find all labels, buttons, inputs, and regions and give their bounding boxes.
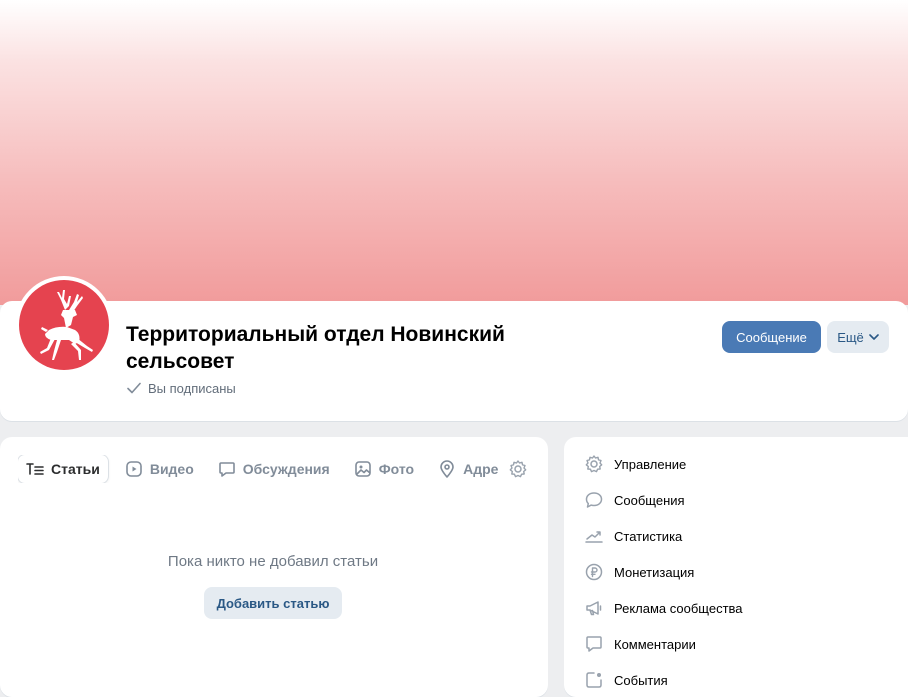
menu-item-statistics[interactable]: Статистика	[584, 524, 682, 548]
chart-trend-icon	[585, 531, 603, 543]
menu-item-management[interactable]: Управление	[584, 452, 686, 476]
gear-icon[interactable]	[508, 459, 528, 479]
subscription-status[interactable]: Вы подписаны	[126, 380, 236, 396]
admin-menu: Управление Сообщения Статистика Монетиза…	[564, 437, 908, 697]
menu-item-label: Монетизация	[614, 564, 695, 580]
avatar[interactable]	[15, 276, 113, 374]
comment-icon	[586, 636, 602, 652]
tab-video[interactable]: Видео	[118, 455, 201, 483]
community-title: Территориальный отдел Новинский сельсове…	[126, 323, 505, 373]
send-message-button[interactable]: Сообщение	[722, 321, 821, 353]
cover-image	[0, 0, 908, 305]
menu-item-comments[interactable]: Комментарии	[584, 632, 696, 656]
location-icon	[440, 460, 454, 478]
menu-item-messages[interactable]: Сообщения	[584, 488, 685, 512]
subscription-label: Вы подписаны	[148, 380, 236, 396]
more-label: Ещё	[837, 329, 864, 345]
menu-item-label: Управление	[614, 456, 687, 472]
megaphone-icon	[586, 601, 602, 616]
menu-item-label: Реклама сообщества	[614, 600, 743, 616]
menu-item-label: События	[614, 672, 668, 688]
articles-icon	[26, 463, 44, 475]
menu-item-ads[interactable]: Реклама сообщества	[584, 596, 743, 620]
menu-item-monetization[interactable]: Монетизация	[584, 560, 694, 584]
checkmark-icon	[127, 382, 141, 394]
deer-logo	[19, 280, 109, 370]
photo-icon	[354, 461, 371, 477]
tab-photo[interactable]: Фото	[347, 455, 421, 483]
event-icon	[586, 672, 602, 688]
content-card: Статьи Видео Обсуждения Фото Адре Пока н…	[0, 437, 548, 697]
message-bubble-icon	[585, 492, 603, 508]
add-article-button[interactable]: Добавить статью	[204, 587, 342, 619]
chevron-down-icon	[868, 334, 879, 340]
tab-label: Видео	[149, 461, 194, 477]
tab-label: Адрес	[463, 461, 498, 477]
menu-item-label: Комментарии	[614, 636, 696, 652]
video-icon	[126, 461, 142, 477]
empty-state-text: Пока никто не добавил статьи	[167, 553, 379, 570]
discussions-icon	[218, 462, 235, 477]
gear-icon	[585, 455, 603, 473]
more-button[interactable]: Ещё	[827, 321, 889, 353]
menu-item-label: Сообщения	[614, 492, 685, 508]
menu-item-events[interactable]: События	[584, 668, 668, 692]
ruble-icon	[585, 563, 603, 581]
tab-articles[interactable]: Статьи	[18, 455, 108, 483]
tab-discussions[interactable]: Обсуждения	[211, 455, 337, 483]
tab-address[interactable]: Адрес	[431, 455, 498, 483]
content-tabs: Статьи Видео Обсуждения Фото Адре	[18, 455, 498, 483]
tab-label: Обсуждения	[242, 461, 330, 477]
menu-item-label: Статистика	[614, 528, 683, 544]
tab-label: Фото	[378, 461, 415, 477]
tab-label: Статьи	[51, 461, 100, 477]
